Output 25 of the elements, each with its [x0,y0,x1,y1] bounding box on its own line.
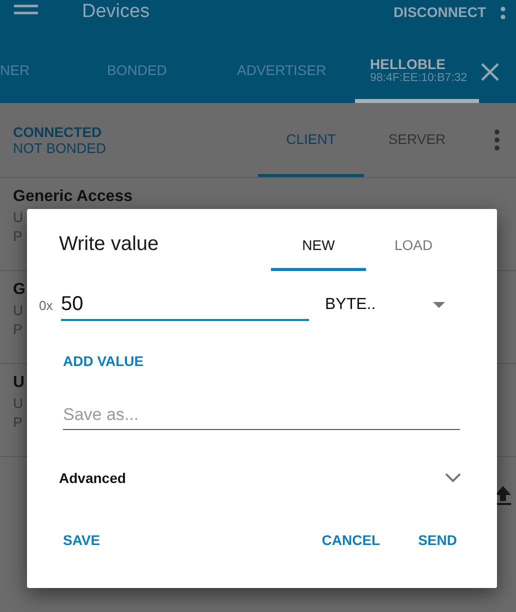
dialog-tab[interactable]: NEW [271,209,366,271]
service-name: Generic Access [13,188,132,206]
upload-icon[interactable] [495,486,511,506]
disconnect-button[interactable]: DISCONNECT [393,4,486,20]
advanced-toggle[interactable]: Advanced [59,470,461,486]
hex-prefix: 0x [39,298,54,315]
device-tab[interactable]: HELLOBLE 98:4F:EE:10:B7:32 [355,41,479,103]
bond-state: NOT BONDED [13,140,108,156]
mode-tab[interactable]: SERVER [364,103,470,177]
dialog-title: Write value [59,232,160,256]
dialog-button[interactable]: SEND [414,528,461,552]
dropdown-icon [433,302,445,308]
connection-state: CONNECTED [13,124,103,140]
dialog-button[interactable]: SAVE [59,528,104,552]
dialog-tab[interactable]: LOAD [366,209,461,271]
dialog-button[interactable]: CANCEL [318,528,384,552]
chevron-icon [445,473,461,483]
add-value-button[interactable]: ADD VALUE [59,349,148,373]
app-title: Devices [82,1,151,23]
service-name: G [13,281,26,299]
service-name: U [13,374,25,392]
close-icon[interactable] [481,63,499,81]
more-icon[interactable] [500,5,506,19]
more-icon[interactable] [494,129,500,151]
format-dropdown[interactable]: BYTE.. [325,296,445,321]
